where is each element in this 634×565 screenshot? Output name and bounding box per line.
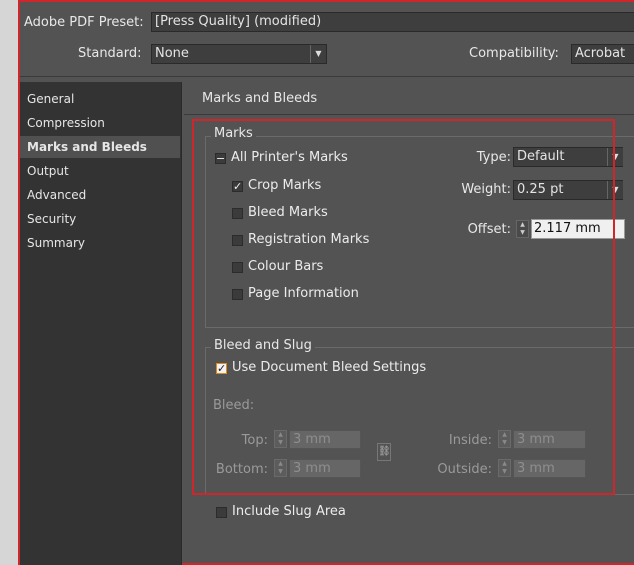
sidebar-item-compression[interactable]: Compression <box>20 112 180 134</box>
standard-value: None <box>155 46 189 61</box>
annotation-highlight-box <box>192 119 615 495</box>
pdf-export-dialog: Adobe PDF Preset: [Press Quality] (modif… <box>18 0 634 565</box>
sidebar-item-security[interactable]: Security <box>20 208 180 230</box>
sidebar-item-general[interactable]: General <box>20 88 180 110</box>
compatibility-value: Acrobat <box>575 46 626 61</box>
preset-label: Adobe PDF Preset: <box>24 15 144 30</box>
header-divider <box>20 76 634 77</box>
sidebar-item-marks-and-bleeds[interactable]: Marks and Bleeds <box>20 136 180 158</box>
compatibility-dropdown[interactable]: Acrobat <box>571 44 634 64</box>
preset-dropdown[interactable]: [Press Quality] (modified) <box>151 12 634 32</box>
sidebar-item-summary[interactable]: Summary <box>20 232 180 254</box>
include-slug-label: Include Slug Area <box>232 504 346 519</box>
sidebar-item-output[interactable]: Output <box>20 160 180 182</box>
compatibility-label: Compatibility: <box>469 46 559 61</box>
page-title: Marks and Bleeds <box>202 91 318 106</box>
standard-dropdown[interactable]: None ▼ <box>151 44 327 64</box>
title-divider <box>184 114 634 115</box>
standard-label: Standard: <box>78 46 142 61</box>
chevron-down-icon: ▼ <box>310 45 326 63</box>
include-slug-checkbox[interactable] <box>216 507 227 518</box>
sidebar: General Compression Marks and Bleeds Out… <box>20 82 182 565</box>
sidebar-item-advanced[interactable]: Advanced <box>20 184 180 206</box>
preset-value: [Press Quality] (modified) <box>155 14 322 29</box>
